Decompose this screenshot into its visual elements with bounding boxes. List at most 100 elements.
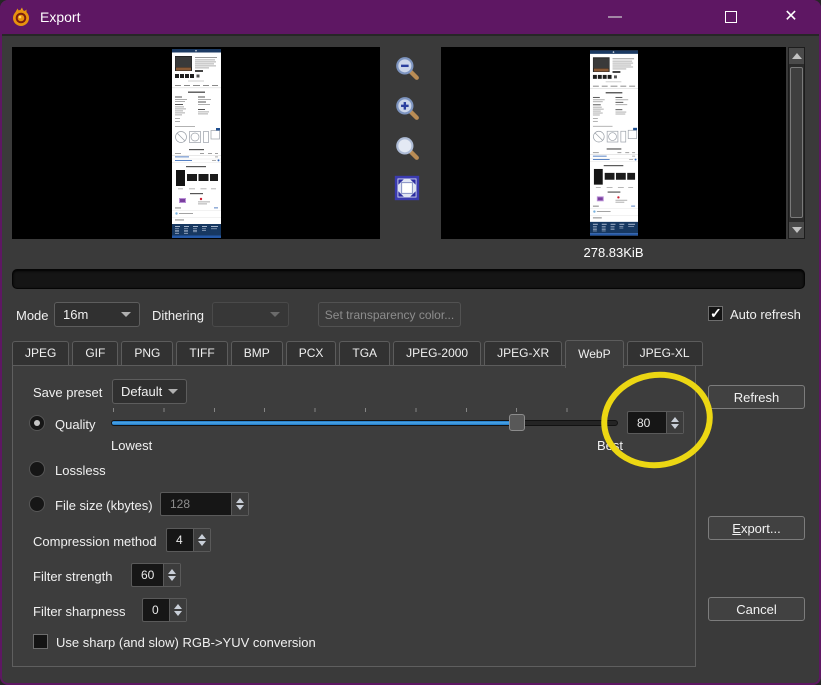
set-transparency-button: Set transparency color... xyxy=(318,302,461,327)
arrow-up-icon xyxy=(168,569,176,574)
filter-strength-spinner[interactable]: 60 xyxy=(131,563,181,587)
magnifier-icon xyxy=(396,136,419,160)
arrow-down-icon xyxy=(671,423,679,429)
dithering-select xyxy=(212,302,289,327)
export-rest: xport... xyxy=(740,520,781,536)
tab-gif[interactable]: GIF xyxy=(72,341,119,366)
mode-label: Mode xyxy=(16,308,49,323)
save-preset-value: Default xyxy=(121,384,163,399)
sharp-yuv-label: Use sharp (and slow) RGB->YUV conversion xyxy=(56,635,316,650)
file-size-radio[interactable] xyxy=(29,496,45,512)
slider-ticks xyxy=(113,408,617,412)
webp-options-panel: Save preset Default Quality Lowest Best … xyxy=(12,365,696,667)
tab-jpeg-xl[interactable]: JPEG-XL xyxy=(626,341,703,366)
file-size-value: 128 xyxy=(170,497,191,511)
spin-buttons[interactable] xyxy=(169,599,186,621)
fit-to-window-icon xyxy=(394,175,420,200)
arrow-down-icon xyxy=(198,541,206,546)
export-button[interactable]: Export... xyxy=(708,516,805,540)
dithering-label: Dithering xyxy=(152,308,205,323)
filter-sharpness-value: 0 xyxy=(152,603,159,617)
export-file-size: 278.83KiB xyxy=(583,245,644,260)
quality-slider-fill xyxy=(112,421,516,425)
horizontal-scrollbar[interactable] xyxy=(12,269,805,289)
preview-export-pane[interactable] xyxy=(441,47,786,239)
tab-bmp[interactable]: BMP xyxy=(230,341,283,366)
tab-tga[interactable]: TGA xyxy=(339,341,391,366)
filter-sharpness-spinner[interactable]: 0 xyxy=(142,598,187,622)
arrow-up-icon xyxy=(174,604,182,609)
refresh-button[interactable]: Refresh xyxy=(708,385,805,409)
save-preset-label: Save preset xyxy=(33,385,103,400)
tab-jpeg[interactable]: JPEG xyxy=(12,341,70,366)
quality-value: 80 xyxy=(637,415,651,430)
preview-original-thumbnail xyxy=(171,48,221,238)
zoom-out-button[interactable] xyxy=(390,52,424,83)
tab-jpeg-2000[interactable]: JPEG-2000 xyxy=(393,341,482,366)
mode-select[interactable]: 16m xyxy=(54,302,140,327)
sharp-yuv-checkbox[interactable] xyxy=(33,634,48,649)
zoom-toolbar xyxy=(390,52,426,203)
quality-label: Quality xyxy=(55,417,96,432)
preview-export-thumbnail xyxy=(589,50,638,236)
export-mnemonic: E xyxy=(732,520,741,536)
zoom-out-icon xyxy=(396,56,419,80)
quality-max-label: Best xyxy=(597,438,624,453)
chevron-down-icon xyxy=(168,389,178,394)
arrow-up-icon xyxy=(791,53,802,59)
quality-slider[interactable] xyxy=(111,408,618,434)
tab-jpeg-xr[interactable]: JPEG-XR xyxy=(484,341,563,366)
arrow-up-icon xyxy=(236,498,244,503)
auto-refresh-checkbox[interactable] xyxy=(708,305,723,322)
app-logo-icon xyxy=(13,7,29,26)
minimize-button[interactable] xyxy=(593,0,637,34)
arrow-down-icon xyxy=(168,576,176,581)
arrow-up-icon xyxy=(671,416,679,422)
compression-method-label: Compression method xyxy=(33,534,157,549)
zoom-in-icon xyxy=(396,96,419,120)
minimize-icon xyxy=(608,16,622,18)
export-dialog: Export ✕ 278.83KiB Mode 16m Dithering Se… xyxy=(0,0,821,685)
spin-buttons[interactable] xyxy=(193,529,210,551)
slider-track[interactable] xyxy=(111,420,618,426)
file-size-label: File size (kbytes) xyxy=(55,498,153,513)
chevron-down-icon xyxy=(121,312,131,317)
fit-to-window-button[interactable] xyxy=(390,172,424,203)
window-title: Export xyxy=(40,9,81,25)
spin-buttons[interactable] xyxy=(163,564,180,586)
lossless-radio[interactable] xyxy=(29,461,45,477)
tab-tiff[interactable]: TIFF xyxy=(176,341,228,366)
quality-slider-handle[interactable] xyxy=(508,414,525,431)
save-preset-select[interactable]: Default xyxy=(112,379,187,404)
preview-scrollbar[interactable] xyxy=(788,47,805,239)
close-button[interactable]: ✕ xyxy=(769,0,813,34)
chevron-down-icon xyxy=(270,312,280,317)
mode-value: 16m xyxy=(63,307,89,322)
quality-min-label: Lowest xyxy=(111,438,153,453)
close-icon: ✕ xyxy=(784,8,798,25)
preview-original-pane[interactable] xyxy=(12,47,380,239)
arrow-down-icon xyxy=(174,611,182,616)
quality-radio[interactable] xyxy=(29,415,45,431)
compression-method-spinner[interactable]: 4 xyxy=(166,528,211,552)
tab-webp[interactable]: WebP xyxy=(565,340,624,368)
zoom-reset-button[interactable] xyxy=(390,132,424,163)
filter-sharpness-label: Filter sharpness xyxy=(33,604,126,619)
tab-png[interactable]: PNG xyxy=(121,341,174,366)
spin-buttons xyxy=(231,493,248,515)
scroll-down-button[interactable] xyxy=(789,222,804,238)
auto-refresh-label: Auto refresh xyxy=(730,307,801,322)
format-tab-strip: JPEG GIF PNG TIFF BMP PCX TGA JPEG-2000 … xyxy=(12,339,703,368)
filter-strength-value: 60 xyxy=(141,568,155,582)
zoom-in-button[interactable] xyxy=(390,92,424,123)
compression-method-value: 4 xyxy=(176,533,183,547)
scrollbar-thumb[interactable] xyxy=(790,67,803,218)
quality-spinner[interactable]: 80 xyxy=(627,411,684,434)
lossless-label: Lossless xyxy=(55,463,106,478)
tab-pcx[interactable]: PCX xyxy=(285,341,337,366)
maximize-button[interactable] xyxy=(709,0,753,34)
scroll-up-button[interactable] xyxy=(789,48,804,64)
spin-buttons[interactable] xyxy=(666,412,683,433)
filter-strength-label: Filter strength xyxy=(33,569,113,584)
cancel-button[interactable]: Cancel xyxy=(708,597,805,621)
